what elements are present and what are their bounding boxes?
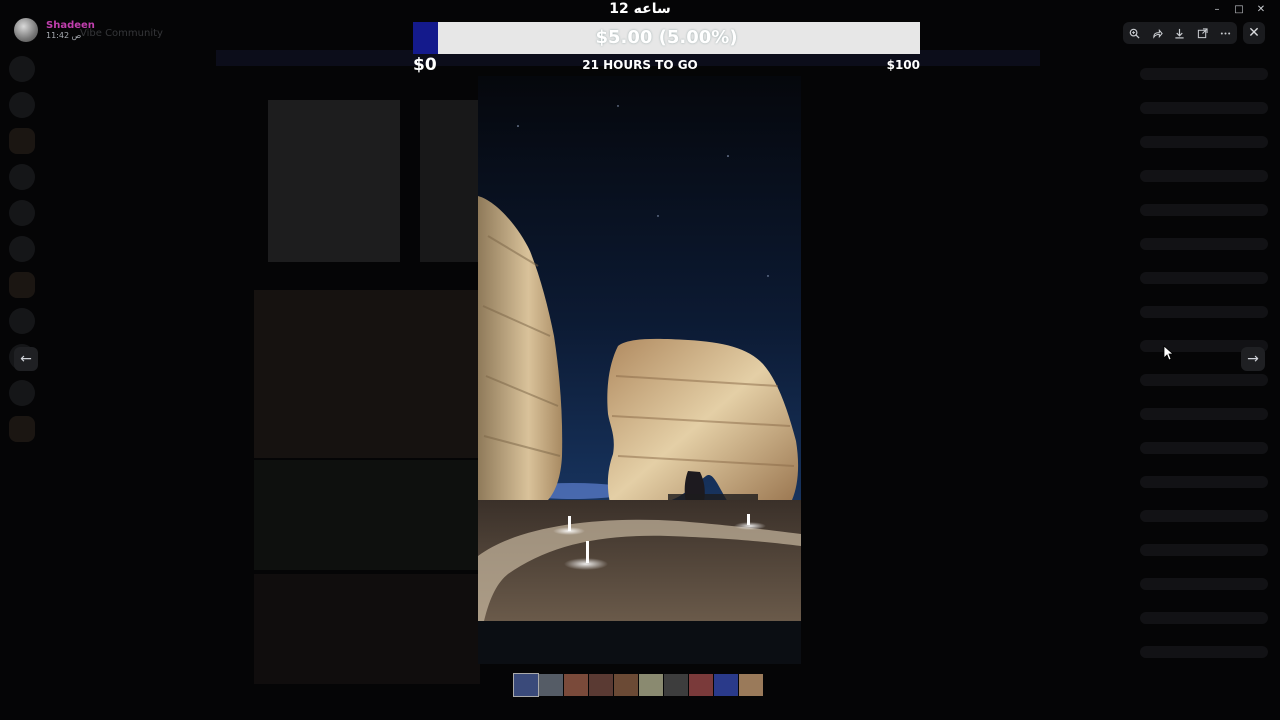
channel-category xyxy=(68,95,208,106)
donation-goal-title: ساعه 12 xyxy=(609,1,671,17)
server-icon xyxy=(9,200,35,226)
chat-image xyxy=(254,460,480,570)
donation-progress-bar: $5.00 (5.00%) xyxy=(413,22,920,54)
thumbnail[interactable] xyxy=(513,673,539,697)
channel-placeholder xyxy=(84,135,208,146)
channel-placeholder xyxy=(84,75,208,86)
thumbnail[interactable] xyxy=(664,674,688,696)
goal-time-left: 21 HOURS TO GO xyxy=(582,58,698,72)
main-image[interactable] xyxy=(478,76,801,621)
donation-progress-text: $5.00 (5.00%) xyxy=(595,27,738,48)
window-close-button[interactable]: ✕ xyxy=(1250,2,1272,18)
member-placeholder xyxy=(1140,102,1268,114)
member-placeholder xyxy=(1140,306,1268,318)
more-icon[interactable] xyxy=(1217,24,1235,42)
channel-placeholder xyxy=(84,155,208,166)
avatar xyxy=(14,18,38,42)
previous-image-button[interactable]: ← xyxy=(14,347,38,371)
thumbnail[interactable] xyxy=(589,674,613,696)
channel-placeholder xyxy=(84,215,208,226)
thumbnail[interactable] xyxy=(539,674,563,696)
thumbnail[interactable] xyxy=(689,674,713,696)
next-image-button[interactable]: → xyxy=(1241,347,1265,371)
member-placeholder xyxy=(1140,136,1268,148)
member-placeholder xyxy=(1140,272,1268,284)
member-placeholder xyxy=(1140,544,1268,556)
chat-image xyxy=(268,100,400,262)
server-icon xyxy=(9,236,35,262)
channel-category xyxy=(68,195,208,206)
server-name[interactable]: Vibe Community xyxy=(80,28,163,39)
server-icon xyxy=(9,92,35,118)
server-icon xyxy=(9,416,35,442)
server-icon xyxy=(9,164,35,190)
chat-image xyxy=(254,574,480,684)
server-icon xyxy=(9,128,35,154)
server-icon xyxy=(9,380,35,406)
member-placeholder xyxy=(1140,408,1268,420)
channel-placeholder xyxy=(84,235,208,246)
channel-placeholder xyxy=(84,315,208,326)
member-placeholder xyxy=(1140,170,1268,182)
member-placeholder xyxy=(1140,578,1268,590)
server-icon xyxy=(9,272,35,298)
channel-placeholder xyxy=(84,275,208,286)
server-list xyxy=(0,46,44,720)
member-list xyxy=(1130,46,1280,720)
member-placeholder xyxy=(1140,204,1268,216)
member-placeholder xyxy=(1140,612,1268,624)
zoom-in-icon[interactable] xyxy=(1125,24,1143,42)
minimize-button[interactable]: – xyxy=(1206,2,1228,18)
member-placeholder xyxy=(1140,442,1268,454)
maximize-button[interactable]: □ xyxy=(1228,2,1250,18)
server-icon xyxy=(9,308,35,334)
open-external-icon[interactable] xyxy=(1194,24,1212,42)
channel-placeholder xyxy=(84,335,208,346)
image-viewer-toolbar xyxy=(1123,22,1237,44)
thumbnail[interactable] xyxy=(639,674,663,696)
chat-image xyxy=(254,290,480,458)
member-placeholder xyxy=(1140,476,1268,488)
channel-placeholder xyxy=(84,255,208,266)
download-icon[interactable] xyxy=(1171,24,1189,42)
channel-list xyxy=(44,46,208,720)
member-placeholder xyxy=(1140,374,1268,386)
thumbnail[interactable] xyxy=(614,674,638,696)
thumbnail-strip xyxy=(513,673,763,697)
channel-placeholder xyxy=(84,175,208,186)
channel-placeholder xyxy=(84,115,208,126)
member-placeholder xyxy=(1140,646,1268,658)
thumbnail[interactable] xyxy=(714,674,738,696)
goal-max-label: $100 xyxy=(886,58,920,72)
member-placeholder xyxy=(1140,238,1268,250)
image-viewer-frame xyxy=(478,76,801,664)
forward-icon[interactable] xyxy=(1148,24,1166,42)
member-placeholder xyxy=(1140,510,1268,522)
chat-image xyxy=(420,100,480,262)
thumbnail[interactable] xyxy=(564,674,588,696)
thumbnail[interactable] xyxy=(739,674,763,696)
viewer-close-button[interactable]: ✕ xyxy=(1243,22,1265,44)
channel-category xyxy=(68,295,208,306)
window-controls: – □ ✕ xyxy=(1206,2,1272,18)
mouse-cursor-icon xyxy=(1163,345,1174,361)
